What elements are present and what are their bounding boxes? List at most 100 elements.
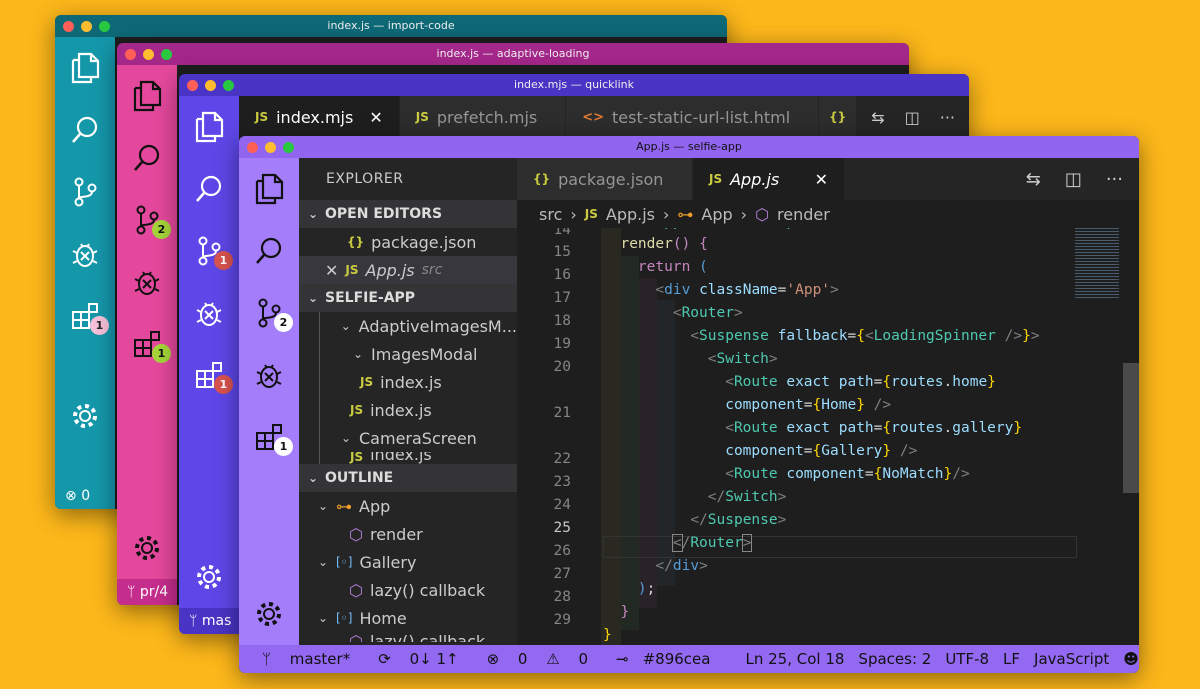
explorer-icon[interactable]: [55, 37, 115, 99]
method-symbol-icon: ⬡: [349, 580, 363, 600]
extensions-icon[interactable]: 1: [55, 285, 115, 347]
line-number: 28: [553, 589, 571, 605]
breadcrumb-item[interactable]: App.js: [606, 205, 655, 224]
close-tab-icon[interactable]: ✕: [369, 108, 382, 127]
outline-item[interactable]: ⌄ [◦] Home: [299, 604, 517, 632]
extensions-icon[interactable]: 1: [179, 344, 239, 406]
zoom-window-button[interactable]: [223, 80, 234, 91]
close-window-button[interactable]: [247, 142, 258, 153]
status-encoding[interactable]: UTF-8: [938, 650, 996, 668]
status-language[interactable]: JavaScript: [1027, 650, 1116, 668]
status-branch[interactable]: ᛘ master*: [239, 650, 364, 668]
open-editor-item[interactable]: {} package.json: [299, 228, 517, 256]
window-titlebar[interactable]: App.js — selfie-app: [239, 136, 1139, 158]
status-indentation[interactable]: Spaces: 2: [851, 650, 938, 668]
search-icon[interactable]: [117, 127, 177, 189]
more-actions-icon[interactable]: ···: [1106, 169, 1123, 190]
error-icon: ⊗: [65, 488, 77, 504]
breadcrumb-item[interactable]: render: [777, 205, 830, 224]
minimize-window-button[interactable]: [143, 49, 154, 60]
source-control-icon[interactable]: 2: [239, 282, 299, 344]
tree-item[interactable]: ⌄ AdaptiveImagesM...: [319, 312, 517, 340]
extensions-icon[interactable]: 1: [117, 313, 177, 375]
settings-gear-icon[interactable]: [55, 385, 115, 447]
breadcrumb-item[interactable]: App: [701, 205, 732, 224]
zoom-window-button[interactable]: [161, 49, 172, 60]
status-sync[interactable]: ⟳ 0↓ 1↑: [364, 650, 472, 668]
breadcrumb-item[interactable]: src: [539, 205, 562, 224]
open-changes-icon[interactable]: ⇆: [1026, 169, 1041, 190]
code-line: <Route component={NoMatch}/>: [725, 466, 970, 482]
source-control-icon[interactable]: 1: [179, 220, 239, 282]
vertical-scrollbar[interactable]: [1123, 363, 1139, 493]
explorer-icon[interactable]: [179, 96, 239, 158]
search-icon[interactable]: [179, 158, 239, 220]
status-cursor-position[interactable]: Ln 25, Col 18: [738, 650, 851, 668]
debug-icon[interactable]: [239, 344, 299, 406]
status-commit[interactable]: ⊸ #896cea: [602, 650, 724, 668]
minimap[interactable]: [1075, 228, 1119, 298]
status-branch[interactable]: pr/4: [140, 584, 168, 600]
debug-icon[interactable]: [55, 223, 115, 285]
debug-icon[interactable]: [117, 251, 177, 313]
minimize-window-button[interactable]: [205, 80, 216, 91]
zoom-window-button[interactable]: [283, 142, 294, 153]
code-editor[interactable]: 14 15 16 17 18 19 20 21 22 23 24 25 26 2…: [517, 228, 1139, 645]
explorer-icon[interactable]: [117, 65, 177, 127]
tab-test-static-url-list[interactable]: <> test-static-url-list.html: [566, 96, 820, 138]
section-label: SELFIE-APP: [325, 290, 416, 306]
status-eol[interactable]: LF: [996, 650, 1027, 668]
window-titlebar[interactable]: index.js — adaptive-loading: [117, 43, 909, 65]
minimize-window-button[interactable]: [265, 142, 276, 153]
item-label: CameraScreen: [359, 428, 477, 448]
tree-item[interactable]: ⌄ ImagesModal: [319, 340, 517, 368]
close-window-button[interactable]: [187, 80, 198, 91]
close-window-button[interactable]: [125, 49, 136, 60]
close-tab-icon[interactable]: ✕: [815, 170, 828, 189]
open-editors-header[interactable]: ⌄ OPEN EDITORS: [299, 200, 517, 228]
tree-item[interactable]: JS index.js: [319, 368, 517, 396]
tab-prefetch-mjs[interactable]: JS prefetch.mjs: [399, 96, 567, 138]
outline-item[interactable]: ⬡ render: [299, 520, 517, 548]
outline-item[interactable]: ⌄ [◦] Gallery: [299, 548, 517, 576]
settings-gear-icon[interactable]: [117, 517, 177, 579]
outline-item[interactable]: ⬡ lazy() callback: [299, 576, 517, 604]
code-line: </Suspense>: [690, 512, 787, 528]
split-editor-icon[interactable]: ◫: [905, 108, 920, 127]
close-window-button[interactable]: [63, 21, 74, 32]
outline-header[interactable]: ⌄ OUTLINE: [299, 464, 517, 492]
close-icon[interactable]: ✕: [325, 261, 338, 280]
debug-icon[interactable]: [179, 282, 239, 344]
status-errors[interactable]: 0: [81, 488, 90, 504]
settings-gear-icon[interactable]: [239, 583, 299, 645]
extensions-icon[interactable]: 1: [239, 406, 299, 468]
tab-json-file[interactable]: {}: [819, 96, 858, 138]
source-control-icon[interactable]: 2: [117, 189, 177, 251]
zoom-window-button[interactable]: [99, 21, 110, 32]
feedback-smiley-icon[interactable]: ☻: [1116, 650, 1139, 668]
tab-app-js[interactable]: JS App.js ✕: [693, 158, 845, 200]
window-titlebar[interactable]: index.js — import-code: [55, 15, 727, 37]
outline-item[interactable]: ⬡ lazy() callback: [299, 632, 517, 642]
split-editor-icon[interactable]: ◫: [1065, 169, 1082, 190]
open-editor-item[interactable]: ✕ JS App.js src: [299, 256, 517, 284]
open-changes-icon[interactable]: ⇆: [871, 108, 884, 127]
source-control-icon[interactable]: [55, 161, 115, 223]
search-icon[interactable]: [55, 99, 115, 161]
search-icon[interactable]: [239, 220, 299, 282]
explorer-icon[interactable]: [239, 158, 299, 220]
window-selfie-app: App.js — selfie-app 2 1 EXPLORER ⌄ OPEN E…: [239, 136, 1139, 673]
tree-item[interactable]: ⌄ CameraScreen: [319, 424, 517, 452]
minimize-window-button[interactable]: [81, 21, 92, 32]
project-header[interactable]: ⌄ SELFIE-APP: [299, 284, 517, 312]
settings-gear-icon[interactable]: [179, 546, 239, 608]
status-problems[interactable]: ⊗ 0 ⚠ 0: [473, 650, 602, 668]
window-titlebar[interactable]: index.mjs — quicklink: [179, 74, 969, 96]
tree-item[interactable]: JS index.js: [319, 396, 517, 424]
more-actions-icon[interactable]: ···: [940, 108, 955, 127]
outline-item[interactable]: ⌄ ⊶ App: [299, 492, 517, 520]
status-branch[interactable]: mas: [202, 613, 232, 629]
tab-index-mjs[interactable]: JS index.mjs ✕: [239, 96, 400, 138]
tree-item[interactable]: JS index.js: [319, 452, 517, 464]
tab-package-json[interactable]: {} package.json: [517, 158, 693, 200]
